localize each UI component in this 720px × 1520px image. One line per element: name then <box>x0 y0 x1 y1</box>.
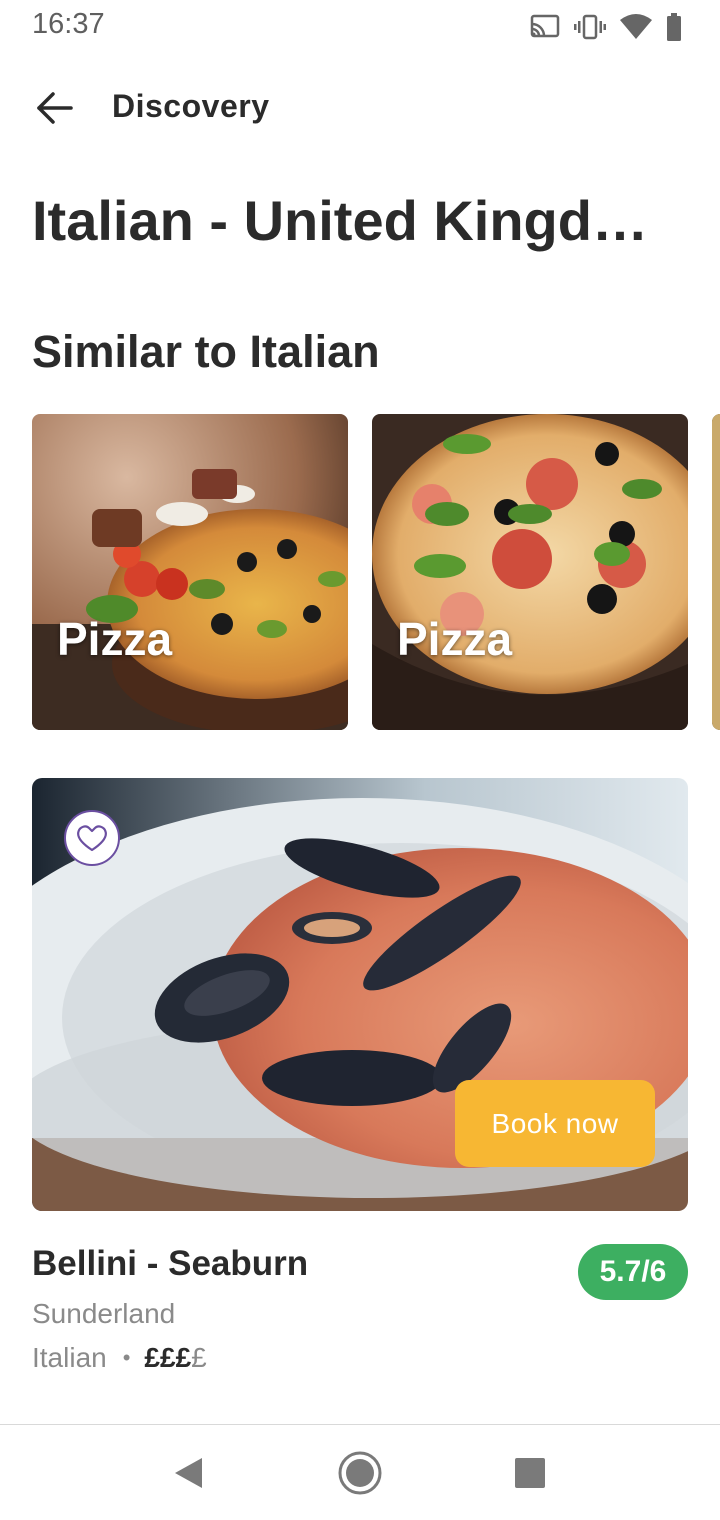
category-card-partial[interactable] <box>712 414 720 730</box>
arrow-left-icon <box>37 92 73 124</box>
pizza-photo <box>32 414 348 730</box>
restaurant-city: Sunderland <box>32 1298 176 1329</box>
nav-home-button[interactable] <box>334 1447 386 1499</box>
pizza-photo <box>372 414 688 730</box>
rating-badge: 5.7/6 <box>578 1244 688 1300</box>
restaurant-meta: Italian • £££ £ <box>32 1342 207 1374</box>
price-level-active: £££ <box>144 1342 192 1373</box>
cast-icon <box>530 14 560 40</box>
back-triangle-icon <box>175 1458 202 1488</box>
nav-recents-button[interactable] <box>504 1447 556 1499</box>
app-bar: Discovery <box>0 72 720 144</box>
wifi-icon <box>620 14 652 40</box>
screen: 16:37 Discovery Italian - United Kingd… … <box>0 0 720 1520</box>
battery-icon <box>666 13 682 41</box>
restaurant-name[interactable]: Bellini - Seaburn <box>32 1244 308 1284</box>
heart-outline-icon <box>77 825 107 852</box>
restaurant-card[interactable]: Book now <box>32 778 688 1211</box>
meta-separator: • <box>122 1345 131 1370</box>
category-label: Pizza <box>397 613 513 665</box>
favorite-button[interactable] <box>64 810 120 866</box>
restaurant-cuisine: Italian <box>32 1342 107 1373</box>
status-time: 16:37 <box>32 8 105 40</box>
category-card-pizza[interactable]: Pizza <box>372 414 688 730</box>
vibrate-icon <box>574 14 606 40</box>
app-bar-title: Discovery <box>112 88 270 124</box>
nav-back-button[interactable] <box>162 1447 214 1499</box>
category-label: Pizza <box>57 613 173 665</box>
price-level-inactive: £ <box>191 1342 207 1373</box>
home-circle-icon <box>338 1451 382 1495</box>
book-now-button[interactable]: Book now <box>455 1080 655 1167</box>
partial-card-photo <box>712 414 720 730</box>
category-carousel[interactable]: Pizza Pizza <box>0 414 720 730</box>
back-button[interactable] <box>30 86 80 130</box>
section-title: Similar to Italian <box>32 326 380 377</box>
status-bar: 16:37 <box>0 0 720 56</box>
system-nav-bar <box>0 1424 720 1520</box>
category-card-pizza[interactable]: Pizza <box>32 414 348 730</box>
page-title: Italian - United Kingd… <box>32 189 648 252</box>
recents-square-icon <box>515 1458 545 1488</box>
status-icons <box>530 12 682 42</box>
